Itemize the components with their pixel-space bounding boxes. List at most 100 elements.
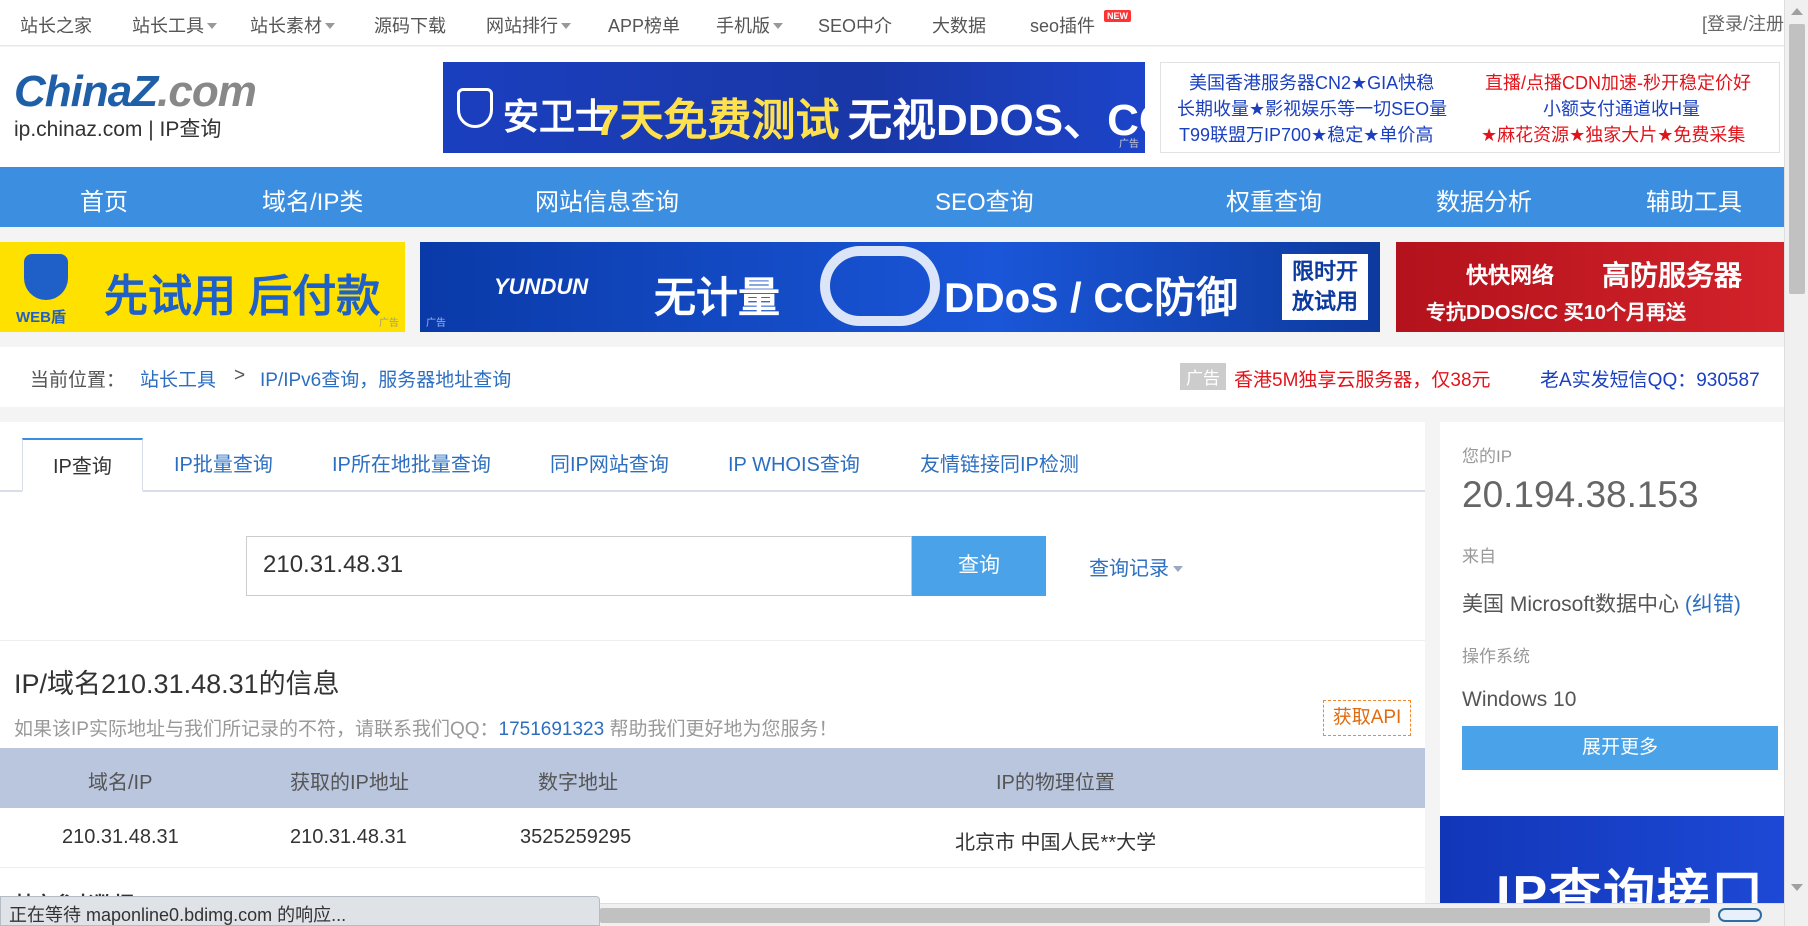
column-header: 数字地址: [538, 772, 618, 794]
logo-part: Z: [131, 67, 158, 116]
breadcrumb: 当前位置： 站长工具 > IP/IPv6查询，服务器地址查询 广告 香港5M独享…: [0, 347, 1784, 407]
tab-ip-location-batch[interactable]: IP所在地批量查询: [332, 438, 491, 492]
logo-subtitle: ip.chinaz.com | IP查询: [14, 118, 222, 141]
ad-tag: 广告: [426, 318, 446, 329]
text-ad-link[interactable]: T99联盟万IP700★稳定★单价高: [1179, 121, 1433, 147]
topnav-mobile[interactable]: 手机版: [716, 12, 783, 38]
page: 站长之家 站长工具 站长素材 源码下载 网站排行 APP榜单 手机版 SEO中介…: [0, 0, 1784, 926]
yundun-trial-box: 限时开 放试用: [1282, 254, 1368, 320]
ad-tag: 广告: [1180, 363, 1226, 390]
scrollbar-thumb[interactable]: [600, 908, 1710, 923]
main-nav: 首页 域名/IP类 网站信息查询 SEO查询 权重查询 数据分析 辅助工具: [0, 167, 1784, 227]
topnav-tools[interactable]: 站长工具: [132, 12, 217, 38]
topnav-assets[interactable]: 站长素材: [250, 12, 335, 38]
from-label: 来自: [1462, 547, 1496, 566]
chevron-down-icon: [207, 23, 217, 29]
topnav-label: 源码下载: [374, 16, 446, 36]
mainnav-weight[interactable]: 权重查询: [1226, 182, 1322, 217]
topnav-seo-plugin[interactable]: seo插件 NEW: [1030, 10, 1132, 38]
mainnav-seo[interactable]: SEO查询: [935, 182, 1034, 217]
mainnav-site-info[interactable]: 网站信息查询: [535, 182, 679, 217]
history-label: 查询记录: [1089, 558, 1169, 580]
my-ip-panel: 您的IP 20.194.38.153 来自 美国 Microsoft数据中心 (…: [1440, 422, 1784, 926]
topnav-app-list[interactable]: APP榜单: [608, 12, 680, 38]
topnav-label: SEO中介: [818, 16, 893, 36]
text-ad-link[interactable]: 美国香港服务器CN2★GIA快稳: [1189, 69, 1434, 95]
kuaikuai-brand: 快快网络: [1466, 263, 1555, 288]
topnav-label: 网站排行: [486, 16, 558, 36]
query-history-dropdown[interactable]: 查询记录: [1089, 552, 1183, 581]
banner-row: WEB盾 先试用 后付款 广告 YUNDUN 无计量 DDoS / CC防御 限…: [0, 242, 1784, 332]
yundun-brand: YUNDUN: [494, 274, 589, 299]
logo-part: China: [14, 67, 132, 116]
correct-link[interactable]: (纠错): [1685, 593, 1741, 616]
breadcrumb-separator: >: [234, 365, 246, 386]
get-api-button[interactable]: 获取API: [1323, 700, 1411, 736]
topnav-label: 站长之家: [20, 16, 92, 36]
yundun-ad-banner[interactable]: YUNDUN 无计量 DDoS / CC防御 限时开 放试用 广告: [420, 242, 1380, 332]
cell-location: 北京市 中国人民**大学: [955, 832, 1157, 854]
scrollbar-thumb[interactable]: [1789, 24, 1805, 294]
topnav-seo-agent[interactable]: SEO中介: [818, 12, 892, 38]
top-bar: 站长之家 站长工具 站长素材 源码下载 网站排行 APP榜单 手机版 SEO中介…: [0, 0, 1784, 46]
result-table-header: 域名/IP 获取的IP地址 数字地址 IP的物理位置: [0, 748, 1425, 808]
ip-query-panel: IP查询 IP批量查询 IP所在地批量查询 同IP网站查询 IP WHOIS查询…: [0, 422, 1425, 926]
cell-ip: 210.31.48.31: [290, 826, 407, 848]
tab-ip-batch[interactable]: IP批量查询: [174, 438, 273, 492]
scroll-down-icon[interactable]: [1791, 884, 1803, 891]
webdun-shield-icon: [24, 254, 68, 300]
breadcrumb-current[interactable]: IP/IPv6查询，服务器地址查询: [260, 365, 511, 392]
chinaz-logo[interactable]: ChinaZ.com ip.chinaz.com | IP查询: [14, 67, 294, 147]
tab-same-ip-sites[interactable]: 同IP网站查询: [550, 438, 669, 492]
vertical-scrollbar[interactable]: [1784, 0, 1808, 926]
topnav-bigdata[interactable]: 大数据: [932, 12, 986, 38]
contact-qq-link[interactable]: 1751691323: [499, 719, 605, 740]
status-bar: 正在等待 maponline0.bdimg.com 的响应...: [0, 896, 600, 926]
login-register-link[interactable]: [登录/注册: [1702, 10, 1784, 36]
topnav-source[interactable]: 源码下载: [374, 12, 446, 38]
trial-line: 放试用: [1291, 289, 1358, 314]
tab-friendlink-same-ip[interactable]: 友情链接同IP检测: [920, 438, 1079, 492]
chevron-down-icon: [325, 23, 335, 29]
note-text: 如果该IP实际地址与我们所记录的不符，请联系我们QQ：: [14, 719, 499, 740]
tab-ip-whois[interactable]: IP WHOIS查询: [728, 438, 860, 492]
text-ads: 美国香港服务器CN2★GIA快稳 长期收量★影视娱乐等一切SEO量 T99联盟万…: [1160, 62, 1780, 153]
kuaikuai-ad-banner[interactable]: 快快网络 高防服务器 专抗DDOS/CC 买10个月再送: [1396, 242, 1784, 332]
new-badge: NEW: [1104, 10, 1132, 22]
mainnav-home[interactable]: 首页: [80, 182, 128, 217]
banner-highlight: 7天免费测试: [595, 96, 840, 145]
scroll-up-icon[interactable]: [1791, 8, 1803, 15]
header-ad-banner[interactable]: 安卫士 7天免费测试 无视DDOS、CC 广告: [443, 62, 1145, 153]
chevron-down-icon: [773, 23, 783, 29]
ip-search-input[interactable]: 210.31.48.31: [246, 536, 912, 596]
cell-domain: 210.31.48.31: [62, 826, 179, 848]
text-ad-link[interactable]: 直播/点播CDN加速-秒开稳定价好: [1485, 69, 1751, 95]
query-button[interactable]: 查询: [912, 536, 1046, 596]
text-ad-link[interactable]: 小额支付通道收H量: [1543, 95, 1700, 121]
topnav-zhanzhang-home[interactable]: 站长之家: [20, 12, 92, 38]
mainnav-data-analysis[interactable]: 数据分析: [1436, 182, 1532, 217]
expand-more-button[interactable]: 展开更多: [1462, 726, 1778, 770]
info-title: IP/域名210.31.48.31的信息: [14, 669, 340, 699]
topnav-label: 站长工具: [132, 16, 204, 36]
breadcrumb-qq-ad-link[interactable]: 老A实发短信QQ：930587: [1540, 365, 1760, 392]
cell-numeric: 3525259295: [520, 826, 632, 848]
mainnav-domain-ip[interactable]: 域名/IP类: [262, 182, 363, 217]
mainnav-tools[interactable]: 辅助工具: [1646, 182, 1742, 217]
banner-tail: 无视DDOS、CC: [848, 96, 1145, 145]
webdun-ad-banner[interactable]: WEB盾 先试用 后付款 广告: [0, 242, 405, 332]
topnav-label: 手机版: [716, 16, 770, 36]
breadcrumb-tools-link[interactable]: 站长工具: [140, 365, 216, 392]
text-ad-link[interactable]: ★麻花资源★独家大片★免费采集: [1481, 121, 1745, 147]
os-value: Windows 10: [1462, 688, 1577, 711]
zoom-slider-handle[interactable]: [1718, 908, 1762, 922]
topnav-ranking[interactable]: 网站排行: [486, 12, 571, 38]
chevron-down-icon: [561, 23, 571, 29]
breadcrumb-ad-link[interactable]: 香港5M独享云服务器，仅38元: [1234, 365, 1491, 392]
note-text: 帮助我们更好地为您服务！: [604, 719, 838, 740]
yundun-text-1: 无计量: [654, 274, 781, 321]
tab-bar: IP查询 IP批量查询 IP所在地批量查询 同IP网站查询 IP WHOIS查询…: [0, 422, 1425, 492]
my-ip-label: 您的IP: [1462, 447, 1513, 466]
text-ad-link[interactable]: 长期收量★影视娱乐等一切SEO量: [1177, 95, 1447, 121]
tab-ip-query[interactable]: IP查询: [22, 438, 143, 492]
